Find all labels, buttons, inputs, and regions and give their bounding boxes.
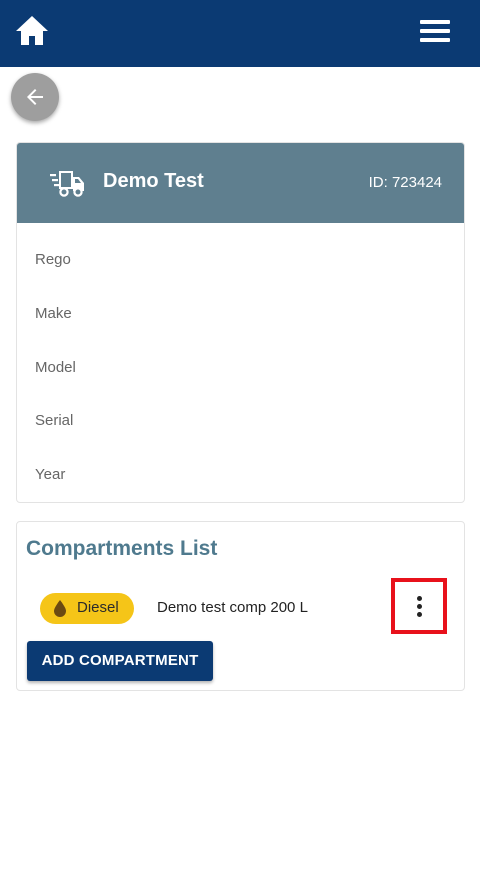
compartments-title: Compartments List <box>26 537 218 560</box>
back-button[interactable] <box>11 73 59 121</box>
fuel-type-label: Diesel <box>77 599 119 616</box>
field-serial: Serial <box>35 412 74 429</box>
field-make: Make <box>35 305 72 322</box>
field-model: Model <box>35 359 76 376</box>
fuel-drop-icon <box>54 600 66 617</box>
hamburger-line <box>420 29 450 33</box>
hamburger-menu-button[interactable] <box>418 18 452 44</box>
truck-icon <box>50 171 84 197</box>
compartment-more-button[interactable] <box>391 578 447 634</box>
compartment-description: Demo test comp 200 L <box>157 599 308 616</box>
add-compartment-button[interactable]: ADD COMPARTMENT <box>27 641 213 681</box>
vehicle-name: Demo Test <box>103 170 204 192</box>
field-year: Year <box>35 466 66 483</box>
home-icon <box>16 16 48 45</box>
hamburger-line <box>420 38 450 42</box>
field-rego: Rego <box>35 251 71 268</box>
fuel-type-chip: Diesel <box>40 593 134 624</box>
top-app-bar <box>0 0 480 67</box>
more-vertical-icon <box>417 596 422 601</box>
compartments-card: Compartments List Diesel Demo test comp … <box>16 521 465 691</box>
arrow-left-icon <box>27 89 43 105</box>
vehicle-id: ID: 723424 <box>368 174 442 191</box>
vehicle-header: Demo Test ID: 723424 <box>17 143 464 223</box>
vehicle-card: Demo Test ID: 723424 Rego Make Model Ser… <box>16 142 465 503</box>
hamburger-menu-icon <box>420 20 450 24</box>
more-vertical-dot <box>417 604 422 609</box>
home-button[interactable] <box>14 14 50 48</box>
more-vertical-dot <box>417 612 422 617</box>
